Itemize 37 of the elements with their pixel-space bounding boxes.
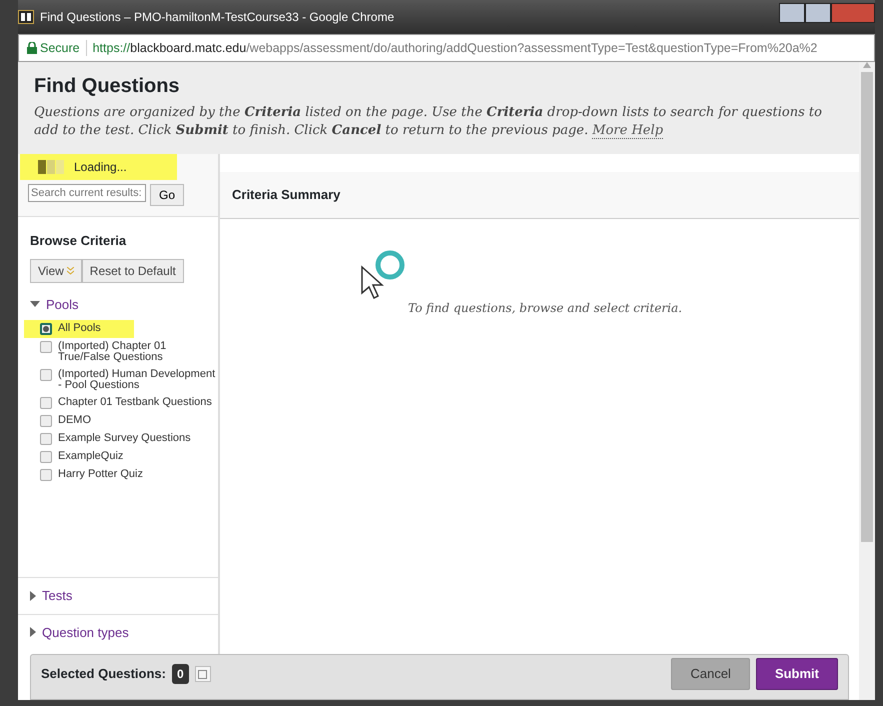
count-badge: 0 xyxy=(172,664,189,684)
minimize-button[interactable] xyxy=(779,3,805,23)
page-description: Questions are organized by the Criteria listed on the page. Use the Criteria drop-down lists to search for questions to add to the test. Click Submit to finish. Click Cancel to return to the previous page. More Help xyxy=(34,104,823,140)
scrollbar[interactable] xyxy=(859,62,875,700)
loading-indicator: Loading... xyxy=(20,154,177,180)
window-title: Find Questions – PMO-hamiltonM-TestCourse33 - Google Chrome xyxy=(40,9,394,26)
section-toggle[interactable]: Pools xyxy=(18,294,218,314)
security-label: Secure xyxy=(40,40,80,57)
empty-message: To find questions, browse and select criteria. xyxy=(408,300,684,316)
pool-option[interactable]: Chapter 01 Testbank Questions xyxy=(18,394,216,412)
reset-button[interactable]: Reset to Default xyxy=(82,258,184,282)
pool-option[interactable]: All Pools xyxy=(24,320,134,338)
search-field[interactable]: Search current results: xyxy=(28,184,146,202)
pool-option[interactable]: Harry Potter Quiz xyxy=(18,466,216,484)
pool-option[interactable]: (Imported) Chapter 01 True/False Questions xyxy=(18,338,216,366)
close-button[interactable] xyxy=(831,3,875,23)
pool-option[interactable]: ExampleQuiz xyxy=(18,448,216,466)
toggle-button[interactable] xyxy=(194,666,211,682)
app-icon xyxy=(18,10,34,24)
page-title: Find Questions xyxy=(34,74,181,98)
pool-option[interactable]: DEMO xyxy=(18,412,216,430)
help-link[interactable]: More Help xyxy=(592,123,664,139)
loading-icon xyxy=(38,159,66,175)
section-heading: Browse Criteria xyxy=(29,232,128,250)
caret-icon xyxy=(66,266,74,274)
selection-bar: Selected Questions: 0 Cancel Submit xyxy=(30,654,849,700)
go-button[interactable]: Go xyxy=(150,184,184,206)
section-toggle[interactable]: Tests xyxy=(18,586,218,606)
cancel-button[interactable]: Cancel xyxy=(671,658,750,690)
url-text[interactable]: https://blackboard.matc.edu/webapps/assessment/do/authoring/addQuestion?assessmentType=Test&questionType=From%20a%2 xyxy=(92,38,818,58)
submit-button[interactable]: Submit xyxy=(756,658,838,690)
maximize-button[interactable] xyxy=(805,3,831,23)
pool-option[interactable]: (Imported) Human Development - Pool Questions xyxy=(18,366,216,394)
panel-header: Criteria Summary xyxy=(220,172,859,218)
view-button[interactable]: View xyxy=(30,258,82,282)
section-toggle[interactable]: Question types xyxy=(18,622,218,642)
pool-option[interactable]: Example Survey Questions xyxy=(18,430,216,448)
